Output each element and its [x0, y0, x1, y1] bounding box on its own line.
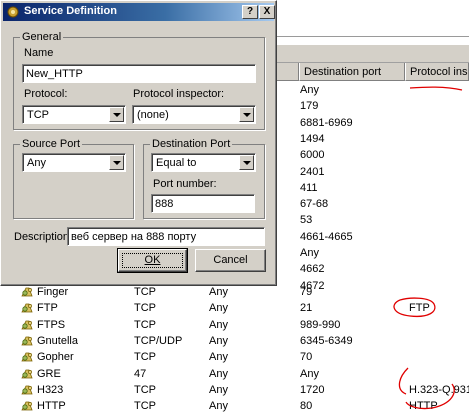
destination-port-mode-value: Equal to	[156, 157, 197, 169]
service-gear-icon	[6, 5, 20, 19]
source-port-legend: Source Port	[20, 138, 83, 150]
port-number-label: Port number:	[153, 178, 217, 190]
name-input[interactable]: New_HTTP	[22, 64, 256, 83]
destination-port-mode-select[interactable]: Equal to	[151, 153, 256, 172]
dialog-titlebar[interactable]: Service Definition ? X	[3, 3, 275, 21]
chevron-down-icon[interactable]	[109, 155, 124, 170]
description-label: Description:	[14, 231, 73, 243]
destination-port-legend: Destination Port	[150, 138, 233, 150]
cancel-button[interactable]: Cancel	[195, 249, 266, 272]
protocol-inspector-label: Protocol inspector:	[133, 88, 225, 100]
general-legend: General	[20, 31, 64, 43]
chevron-down-icon[interactable]	[109, 107, 124, 122]
protocol-label: Protocol:	[24, 88, 68, 100]
help-button[interactable]: ?	[242, 5, 258, 19]
service-definition-dialog: Service Definition ? X General Name New_…	[0, 0, 277, 286]
source-port-value: Any	[27, 157, 46, 169]
description-input[interactable]: веб сервер на 888 порту	[67, 227, 265, 246]
protocol-inspector-select[interactable]: (none)	[132, 105, 256, 124]
chevron-down-icon[interactable]	[239, 107, 254, 122]
name-label: Name	[24, 47, 54, 59]
close-button[interactable]: X	[259, 5, 275, 19]
port-number-input[interactable]: 888	[151, 194, 255, 213]
dialog-title: Service Definition	[24, 5, 117, 17]
protocol-select[interactable]: TCP	[22, 105, 126, 124]
protocol-value: TCP	[27, 109, 49, 121]
ok-button[interactable]: OK	[117, 248, 188, 273]
cancel-button-label: Cancel	[213, 254, 248, 266]
source-port-select[interactable]: Any	[22, 153, 126, 172]
protocol-inspector-value: (none)	[137, 109, 169, 121]
chevron-down-icon[interactable]	[239, 155, 254, 170]
